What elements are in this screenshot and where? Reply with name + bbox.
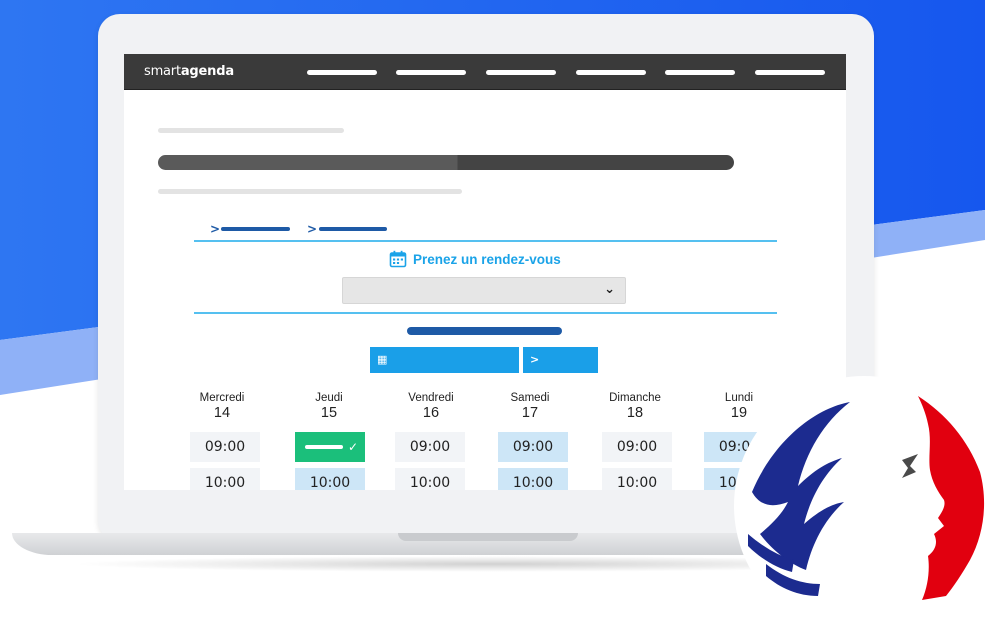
day-header-sat: Samedi 17 [490,392,570,421]
date-picker-button[interactable]: ▦ [370,347,519,373]
day-number: 15 [320,405,338,421]
day-number: 17 [521,405,539,421]
day-name: Vendredi [408,392,454,404]
booking-title: Prenez un rendez-vous [389,250,561,268]
service-select[interactable]: ⌄ [342,277,626,304]
placeholder-line-top [158,128,344,133]
day-header-sun: Dimanche 18 [595,392,675,421]
time-slot[interactable]: 09:00 [498,432,568,462]
placeholder-heading [158,155,734,170]
top-navbar: smartagenda [124,54,846,90]
marianne-emblem-icon [734,376,985,636]
chevron-right-icon: > [530,353,540,366]
breadcrumb-item-2[interactable] [319,227,387,231]
day-header-thu: Jeudi 15 [289,392,369,421]
breadcrumb-arrow-2: > [307,222,318,236]
day-name: Dimanche [609,392,661,404]
brand-logo[interactable]: smartagenda [144,64,234,79]
next-week-button[interactable]: > [523,347,598,373]
time-slot[interactable]: 10:00 [498,468,568,490]
day-name: Samedi [510,392,550,404]
time-slot[interactable]: 09:00 [190,432,260,462]
time-slot-selected[interactable]: ✓ [295,432,365,462]
placeholder-line-sub [158,189,462,194]
nav-item-6[interactable] [755,70,825,75]
nav-item-1[interactable] [307,70,377,75]
time-slot[interactable]: 10:00 [295,468,365,490]
breadcrumb-arrow-1: > [210,222,221,236]
week-label-placeholder [407,327,562,335]
day-number: 16 [422,405,440,421]
day-name: Mercredi [199,392,245,404]
day-header-fri: Vendredi 16 [391,392,471,421]
check-icon: ✓ [347,440,358,454]
divider-top [194,240,777,242]
day-number: 18 [626,405,644,421]
time-slot[interactable]: 09:00 [602,432,672,462]
chevron-down-icon: ⌄ [604,282,615,297]
calendar-icon [389,250,407,268]
day-header-wed: Mercredi 14 [182,392,262,421]
nav-item-3[interactable] [486,70,556,75]
divider-bottom [194,312,777,314]
day-name: Jeudi [315,392,343,404]
calendar-small-icon: ▦ [377,353,388,366]
breadcrumb-item-1[interactable] [221,227,290,231]
laptop-base-notch [398,533,578,541]
nav-item-5[interactable] [665,70,735,75]
time-slot[interactable]: 10:00 [395,468,465,490]
day-number: 14 [213,405,231,421]
brand-light: smart [144,64,181,79]
time-slot[interactable]: 09:00 [395,432,465,462]
booking-title-text: Prenez un rendez-vous [413,251,561,267]
brand-bold: agenda [180,64,234,79]
time-slot[interactable]: 10:00 [602,468,672,490]
selected-slot-bar [305,445,343,449]
nav-item-2[interactable] [396,70,466,75]
time-slot[interactable]: 10:00 [190,468,260,490]
nav-item-4[interactable] [576,70,646,75]
